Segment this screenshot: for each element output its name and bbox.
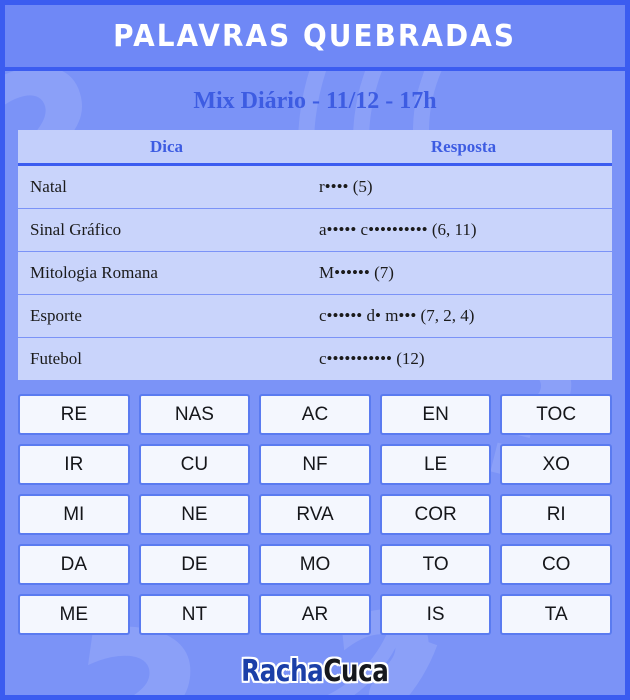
- syllable-tile[interactable]: LE: [379, 444, 492, 485]
- syllable-tile[interactable]: DE: [138, 544, 251, 585]
- clue-table-body: Natal r•••• (5) Sinal Gráfico a••••• c••…: [18, 164, 612, 380]
- table-row: Sinal Gráfico a••••• c•••••••••• (6, 11): [18, 208, 612, 252]
- clue-cell: Sinal Gráfico: [18, 208, 315, 252]
- logo-text-cuca: Cuca: [323, 653, 390, 689]
- answer-cell[interactable]: a••••• c•••••••••• (6, 11): [315, 208, 612, 252]
- syllable-tile[interactable]: CO: [500, 544, 612, 585]
- table-row: Natal r•••• (5): [18, 164, 612, 209]
- table-row: Futebol c••••••••••• (12): [18, 337, 612, 380]
- rachacuca-logo[interactable]: RachaCuca: [241, 653, 390, 689]
- clue-cell: Futebol: [18, 337, 315, 380]
- clue-cell: Natal: [18, 164, 315, 209]
- clue-table: Dica Resposta Natal r•••• (5) Sinal Gráf…: [18, 130, 612, 380]
- column-header-resposta: Resposta: [315, 130, 612, 166]
- palavras-quebradas-card: ? ? ? ? Palavras Quebradas Mix Diário - …: [0, 0, 630, 700]
- syllable-tile[interactable]: TOC: [500, 394, 612, 435]
- syllable-tile[interactable]: TA: [500, 594, 612, 635]
- syllable-tile[interactable]: RI: [500, 494, 612, 535]
- page-title: Palavras Quebradas: [113, 18, 517, 54]
- syllable-tile[interactable]: NF: [259, 444, 371, 485]
- syllable-tile[interactable]: AR: [259, 594, 371, 635]
- answer-pattern: c••••••••••• (12): [319, 349, 425, 368]
- answer-cell[interactable]: r•••• (5): [315, 164, 612, 209]
- syllable-tile[interactable]: IS: [379, 594, 492, 635]
- syllable-tile[interactable]: COR: [379, 494, 492, 535]
- syllable-tile[interactable]: MO: [259, 544, 371, 585]
- table-row: Esporte c•••••• d• m••• (7, 2, 4): [18, 294, 612, 338]
- syllable-tile[interactable]: NAS: [138, 394, 251, 435]
- answer-pattern: c•••••• d• m••• (7, 2, 4): [319, 306, 475, 325]
- table-row: Mitologia Romana M•••••• (7): [18, 251, 612, 295]
- column-header-dica: Dica: [18, 130, 315, 166]
- syllable-tile[interactable]: RE: [18, 394, 130, 435]
- syllable-tile[interactable]: NE: [138, 494, 251, 535]
- syllable-tile[interactable]: RVA: [259, 494, 371, 535]
- clue-table-head: Dica Resposta: [18, 130, 612, 166]
- syllable-tile[interactable]: ME: [18, 594, 130, 635]
- syllable-tile[interactable]: XO: [500, 444, 612, 485]
- answer-cell[interactable]: c••••••••••• (12): [315, 337, 612, 380]
- answer-pattern: a••••• c•••••••••• (6, 11): [319, 220, 477, 239]
- syllable-tile[interactable]: DA: [18, 544, 130, 585]
- answer-cell[interactable]: c•••••• d• m••• (7, 2, 4): [315, 294, 612, 338]
- syllable-tile[interactable]: AC: [259, 394, 371, 435]
- syllable-tile[interactable]: CU: [138, 444, 251, 485]
- clue-cell: Mitologia Romana: [18, 251, 315, 295]
- answer-pattern: M•••••• (7): [319, 263, 394, 282]
- syllable-tile[interactable]: IR: [18, 444, 130, 485]
- syllable-tile[interactable]: MI: [18, 494, 130, 535]
- answer-cell[interactable]: M•••••• (7): [315, 251, 612, 295]
- footer: RachaCuca: [5, 641, 625, 695]
- table-header-row: Dica Resposta: [18, 130, 612, 166]
- puzzle-subtitle: Mix Diário - 11/12 - 17h: [193, 88, 437, 114]
- logo-text-racha: Racha: [241, 653, 324, 689]
- clue-cell: Esporte: [18, 294, 315, 338]
- clue-table-container: Dica Resposta Natal r•••• (5) Sinal Gráf…: [18, 130, 612, 380]
- syllable-tile-grid: RE NAS AC EN TOC IR CU NF LE XO MI NE RV…: [18, 394, 612, 635]
- syllable-tile[interactable]: TO: [379, 544, 492, 585]
- syllable-tile[interactable]: EN: [379, 394, 492, 435]
- syllable-tile[interactable]: NT: [138, 594, 251, 635]
- title-bar: Palavras Quebradas: [5, 5, 625, 71]
- answer-pattern: r•••• (5): [319, 177, 373, 196]
